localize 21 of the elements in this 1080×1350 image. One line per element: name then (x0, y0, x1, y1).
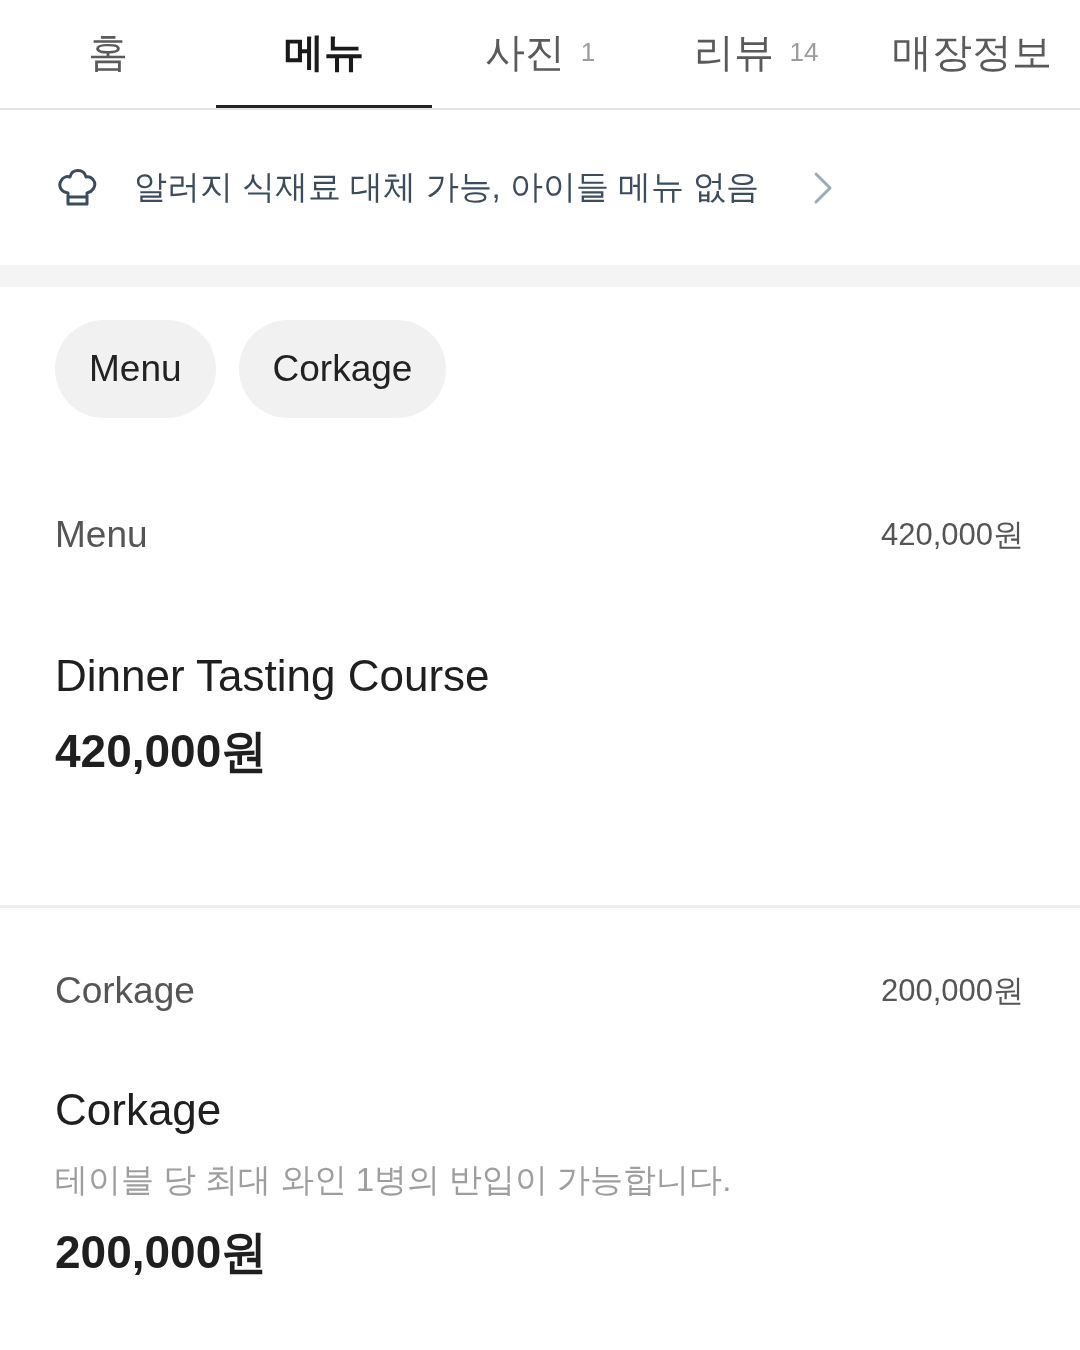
category-chip[interactable]: Corkage (238, 320, 447, 418)
tab[interactable]: 사진 1 (432, 0, 648, 108)
section-price: 420,000원 (880, 516, 1024, 554)
tab-count: 14 (789, 37, 819, 68)
category-chip[interactable]: Menu (55, 320, 216, 418)
tab-count: 1 (580, 37, 596, 68)
notice-text: 알러지 식재료 대체 가능, 아이들 메뉴 없음 (134, 167, 760, 207)
item-price: 200,000원 (55, 1226, 268, 1278)
section-title: Corkage (55, 970, 195, 1012)
item-description: 테이블 당 최대 와인 1병의 반입이 가능합니다. (55, 1160, 732, 1200)
chevron-right-icon[interactable] (813, 170, 834, 205)
chef-hat-icon (57, 168, 97, 207)
tab[interactable]: 메뉴 (216, 0, 432, 108)
section-price: 200,000원 (880, 972, 1024, 1010)
section-title: Menu (55, 514, 148, 556)
tab[interactable]: 리뷰 14 (648, 0, 864, 108)
tab[interactable]: 매장정보 (864, 0, 1080, 108)
item-name: Dinner Tasting Course (55, 651, 490, 701)
item-price: 420,000원 (55, 725, 268, 777)
item-name: Corkage (55, 1085, 222, 1135)
tab[interactable]: 홈 (0, 0, 216, 108)
